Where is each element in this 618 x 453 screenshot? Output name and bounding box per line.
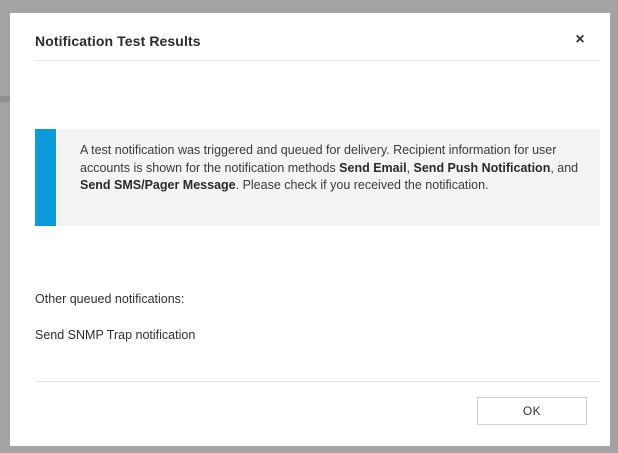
ok-button[interactable]: OK xyxy=(477,397,587,425)
backdrop-page-edge xyxy=(0,96,10,102)
info-accent-bar xyxy=(35,129,56,226)
info-text-part: , and xyxy=(550,160,579,175)
header-divider xyxy=(35,60,600,61)
footer-divider xyxy=(35,381,600,382)
other-queued-item: Send SNMP Trap notification xyxy=(35,328,196,342)
info-message-text: A test notification was triggered and qu… xyxy=(80,142,585,195)
info-text-part: . Please check if you received the notif… xyxy=(235,178,489,192)
info-message-box: A test notification was triggered and qu… xyxy=(35,129,600,226)
method-send-email: Send Email xyxy=(339,160,407,175)
dialog-header: Notification Test Results × xyxy=(10,13,610,61)
notification-test-results-dialog: Notification Test Results × A test notif… xyxy=(10,13,610,446)
other-queued-label: Other queued notifications: xyxy=(35,292,185,306)
method-send-push-notification: Send Push Notification xyxy=(413,160,551,175)
dialog-title: Notification Test Results xyxy=(35,33,201,49)
method-send-sms-pager-message: Send SMS/Pager Message xyxy=(80,178,236,192)
close-icon[interactable]: × xyxy=(570,29,590,51)
info-text-part: , xyxy=(406,160,414,175)
